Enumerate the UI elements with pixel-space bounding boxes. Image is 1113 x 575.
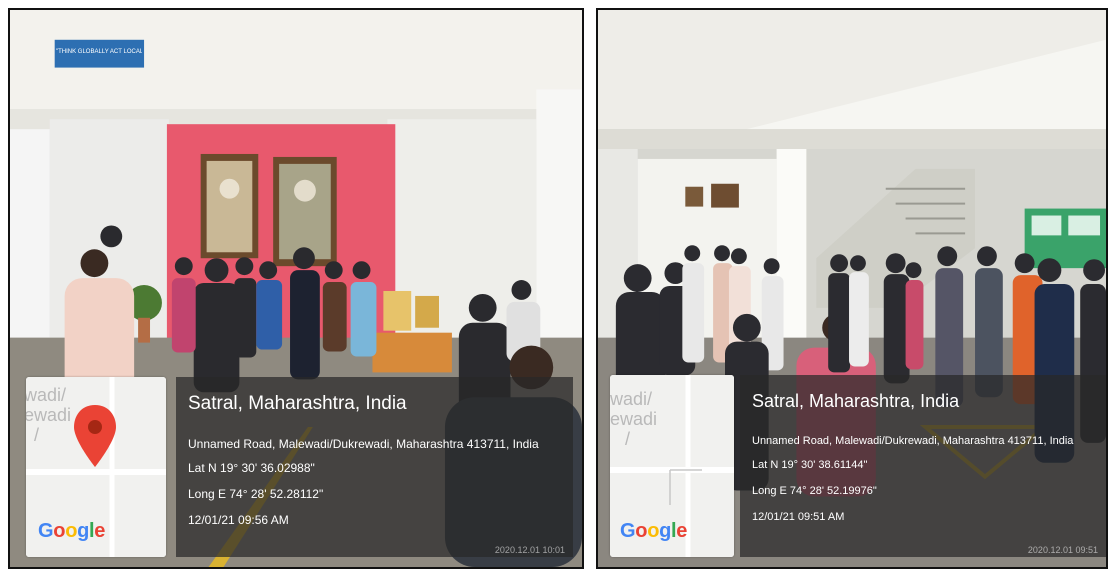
camera-timestamp: 2020.12.01 10:01 — [494, 545, 565, 555]
location-title: Satral, Maharashtra, India — [752, 391, 960, 411]
address-text: Unnamed Road, Malewadi/Dukrewadi, Mahara… — [188, 437, 539, 451]
geotag-info-panel: Satral, Maharashtra, India Unnamed Road,… — [176, 377, 573, 557]
map-thumbnail: wadi/ ewadi / Google — [26, 377, 166, 557]
geotag-info-panel: Satral, Maharashtra, India Unnamed Road,… — [740, 375, 1106, 557]
google-logo: Google — [620, 520, 688, 542]
datetime-text: 12/01/21 09:51 AM — [752, 511, 845, 523]
geotagged-photo-left: wadi/ ewadi / Google Satral, Maharashtra… — [8, 8, 584, 569]
longitude-text: Long E 74° 28' 52.19976" — [752, 485, 877, 497]
location-title: Satral, Maharashtra, India — [188, 393, 407, 414]
address-text: Unnamed Road, Malewadi/Dukrewadi, Mahara… — [752, 435, 1074, 447]
latitude-text: Lat N 19° 30' 38.61144" — [752, 459, 868, 471]
latitude-text: Lat N 19° 30' 36.02988" — [188, 461, 315, 475]
datetime-text: 12/01/21 09:56 AM — [188, 513, 289, 527]
geotagged-photo-right: wadi/ ewadi / Google Satral, Maharashtra… — [596, 8, 1108, 569]
map-road-label: wadi/ ewadi / — [610, 389, 658, 449]
camera-timestamp: 2020.12.01 09:51 — [1027, 545, 1098, 555]
google-logo: Google — [38, 520, 106, 542]
map-thumbnail: wadi/ ewadi / Google — [610, 375, 734, 557]
longitude-text: Long E 74° 28' 52.28112" — [188, 487, 324, 501]
wall-banner-text: "THINK GLOBALLY ACT LOCALLY" — [56, 49, 142, 55]
